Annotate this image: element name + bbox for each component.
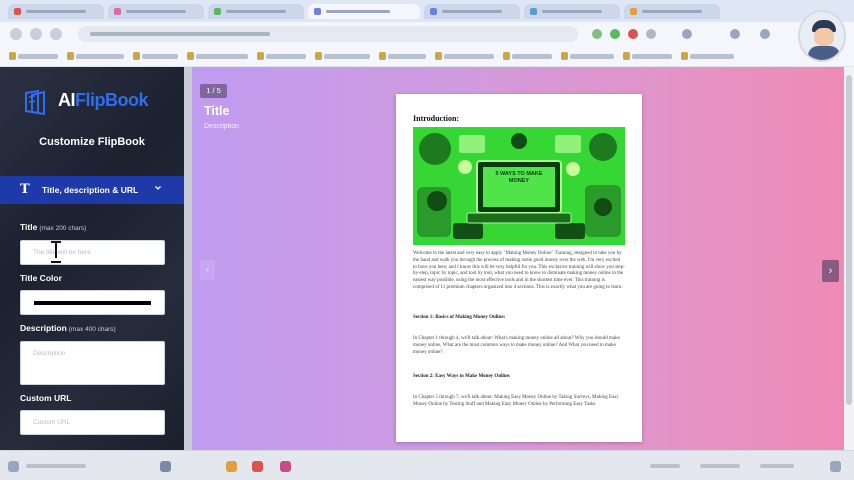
extension-icon[interactable] [592,29,602,39]
browser-tab[interactable] [8,4,104,19]
custom-url-label: Custom URL [20,393,72,403]
section2-paragraph: In Chapter 5 through 7, we'll talk about… [413,395,619,407]
money-illustration: 5 WAYS TO MAKE MONEY [413,127,625,245]
bookmarks-bar [0,46,854,67]
app-icon[interactable] [160,461,171,472]
bookmark-item[interactable] [681,52,734,60]
bookmark-item[interactable] [67,52,124,60]
panel-divider[interactable] [184,67,192,450]
address-bar-row [0,22,854,46]
extension-icon[interactable] [646,29,656,39]
back-icon[interactable] [10,28,22,40]
flipbook-preview: 1 / 5 Title Description ‹ › Introduction… [192,67,844,450]
section1-title: Section 1: Basics of Making Money Online… [413,315,506,320]
browser-tab[interactable] [208,4,304,19]
page-heading: Introduction: [413,114,460,123]
sidebar-heading: Customize FlipBook [39,136,145,148]
favicon-icon [114,8,121,15]
favicon-icon [14,8,21,15]
bookmark-item[interactable] [257,52,306,60]
bookmark-item[interactable] [561,52,614,60]
favicon-icon [314,8,321,15]
next-page-button[interactable]: › [822,260,839,282]
favicon-icon [430,8,437,15]
app-icon[interactable] [226,461,237,472]
browser-tab[interactable] [624,4,720,19]
preview-title: Title [204,104,230,118]
bookmark-item[interactable] [315,52,370,60]
title-description-url-section[interactable]: T Title, description & URL [0,176,184,204]
title-color-picker[interactable] [20,290,165,315]
favicon-icon [530,8,537,15]
bookmark-item[interactable] [503,52,552,60]
presenter-avatar [798,10,846,62]
browser-tab[interactable] [524,4,620,19]
bookmark-item[interactable] [9,52,58,60]
start-icon[interactable] [8,461,19,472]
extension-icon[interactable] [682,29,692,39]
browser-tab-strip [0,0,854,22]
extension-icon[interactable] [628,29,638,39]
preview-description: Description [204,123,240,130]
image-caption: 5 WAYS TO MAKE MONEY [495,171,543,184]
page-scrollbar[interactable] [844,67,854,450]
book-page[interactable]: Introduction: 5 WAYS TO MAKE MONEY Welco… [396,94,642,442]
bookmark-item[interactable] [133,52,178,60]
notification-icon[interactable] [830,461,841,472]
section2-title: Section 2: Easy Ways to Make Money Onlin… [413,374,511,379]
customize-sidebar: AIFlipBook Customize FlipBook T Title, d… [0,67,184,450]
chevron-down-icon[interactable] [154,184,162,192]
section1-paragraph: In Chapter 1 through 4, we'll talk about… [413,336,620,355]
text-cursor-icon [51,240,61,263]
os-taskbar [0,450,854,480]
previous-page-button[interactable]: ‹ [200,260,215,280]
title-input[interactable] [20,240,165,265]
text-format-icon: T [20,182,30,197]
logo-text: AIFlipBook [58,90,149,110]
bookmark-item[interactable] [379,52,426,60]
color-swatch [34,301,151,305]
section-label: Title, description & URL [42,185,139,195]
app-icon[interactable] [280,461,291,472]
extension-icon[interactable] [610,29,620,39]
bookmark-item[interactable] [187,52,248,60]
forward-icon[interactable] [30,28,42,40]
title-label: Title (max 200 chars) [20,222,87,232]
favicon-icon [214,8,221,15]
extension-icon[interactable] [760,29,770,39]
bookmark-item[interactable] [435,52,494,60]
url-field[interactable] [78,26,578,42]
extension-icon[interactable] [730,29,740,39]
intro-paragraph: Welcome to the latest and very easy to a… [413,251,625,290]
page-counter: 1 / 5 [200,84,227,98]
browser-tab[interactable] [108,4,204,19]
reload-icon[interactable] [50,28,62,40]
app-icon[interactable] [252,461,263,472]
book-logo-icon [25,89,45,115]
description-label: Description (max 400 chars) [20,323,116,333]
browser-tab-active[interactable] [308,4,420,19]
title-color-label: Title Color [20,273,62,283]
custom-url-input[interactable] [20,410,165,435]
favicon-icon [630,8,637,15]
description-input[interactable] [20,341,165,385]
browser-tab[interactable] [424,4,520,19]
bookmark-item[interactable] [623,52,672,60]
